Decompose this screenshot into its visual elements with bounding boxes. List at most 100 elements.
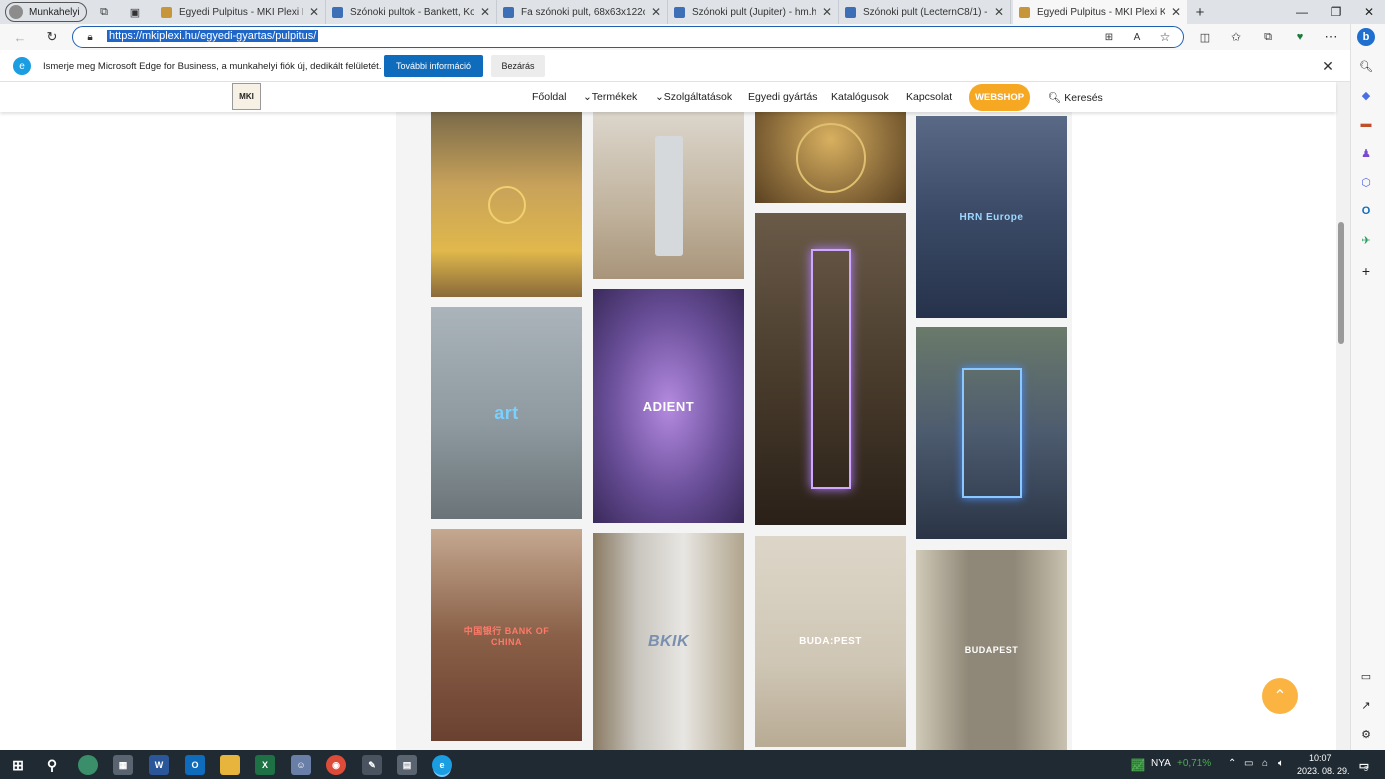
search-icon[interactable]: ⚲	[42, 755, 62, 775]
address-text[interactable]: https://mkiplexi.hu/egyedi-gyartas/pulpi…	[107, 30, 319, 42]
notification-count: 3	[1364, 766, 1368, 773]
microsoft365-icon[interactable]: ⬡	[1357, 173, 1375, 191]
volume-icon[interactable]: 🔈︎	[1278, 758, 1284, 769]
search-icon[interactable]: 🔍︎	[1357, 57, 1375, 75]
external-link-icon[interactable]: ↗	[1357, 696, 1375, 714]
outlook-icon[interactable]: O	[185, 755, 205, 775]
gallery-image[interactable]: BKIK	[593, 533, 744, 750]
gallery-image[interactable]: BUDA:PEST	[755, 536, 906, 747]
nav-home[interactable]: Főoldal	[532, 91, 566, 103]
shopping-tag-icon[interactable]: ◆	[1357, 86, 1375, 104]
gallery-image[interactable]	[755, 112, 906, 203]
favorite-star-icon[interactable]: ☆	[1157, 29, 1173, 45]
back-icon[interactable]: ←	[10, 28, 30, 46]
store-icon[interactable]: ▦	[113, 755, 133, 775]
windows-start-icon[interactable]: ⊞	[8, 755, 28, 775]
edge-icon[interactable]: e	[432, 755, 452, 775]
drop-icon[interactable]: ✈	[1357, 231, 1375, 249]
nav-products[interactable]: ⌄Termékek	[583, 91, 637, 103]
paint-icon[interactable]: ✎	[362, 755, 382, 775]
close-icon[interactable]: ✕	[1319, 57, 1337, 75]
sidebar-panel-icon[interactable]: ▭	[1357, 667, 1375, 685]
file-explorer-icon[interactable]	[220, 755, 240, 775]
chrome-icon[interactable]: ◉	[326, 755, 346, 775]
stock-change[interactable]: +0,71%	[1177, 758, 1211, 769]
refresh-icon[interactable]: ↻	[42, 28, 62, 46]
avatar	[9, 5, 23, 19]
gallery-image[interactable]	[431, 112, 582, 297]
word-icon[interactable]: W	[149, 755, 169, 775]
outlook-icon[interactable]: O	[1357, 202, 1375, 220]
more-info-button[interactable]: További információ	[384, 55, 483, 77]
restore-icon[interactable]: ❐	[1319, 0, 1353, 24]
search-link[interactable]: 🔍︎ Keresés	[1048, 91, 1103, 104]
gallery-image[interactable]: ADIENT	[593, 289, 744, 523]
more-menu-icon[interactable]: ⋯	[1322, 28, 1340, 46]
seal-decoration	[795, 122, 866, 193]
window-close-icon[interactable]: ✕	[1352, 0, 1385, 24]
address-bar[interactable]: 🔒︎ https://mkiplexi.hu/egyedi-gyartas/pu…	[72, 26, 1184, 48]
clock-time[interactable]: 10:07	[1309, 753, 1332, 763]
teams-icon[interactable]: ☺	[291, 755, 311, 775]
nav-catalogs[interactable]: Katalógusok	[831, 91, 889, 103]
profile-button[interactable]: Munkahelyi	[5, 2, 87, 22]
dismiss-button[interactable]: Bezárás	[491, 55, 545, 77]
tab-title: Szónoki pult (Jupiter) - hm.hu	[692, 6, 816, 18]
tab-6-active[interactable]: Egyedi Pulpitus - MKI Plexi Kft. ✕	[1013, 0, 1187, 24]
calculator-icon[interactable]: ▤	[397, 755, 417, 775]
games-icon[interactable]: ♟	[1357, 144, 1375, 162]
gallery-image[interactable]	[755, 213, 906, 525]
close-icon[interactable]: ✕	[994, 5, 1004, 19]
tab-4[interactable]: Szónoki pult (Jupiter) - hm.hu ✕	[668, 0, 839, 24]
language-indicator[interactable]: NYA	[1151, 758, 1171, 769]
clock-date[interactable]: 2023. 08. 29.	[1297, 766, 1350, 776]
workspaces-icon[interactable]: ⧉	[95, 4, 113, 20]
image-caption: ADIENT	[642, 398, 695, 414]
nav-custom-manufacturing[interactable]: Egyedi gyártás	[748, 91, 817, 103]
copilot-icon[interactable]: b	[1357, 28, 1375, 46]
network-icon[interactable]: ⌂	[1262, 758, 1268, 769]
split-screen-icon[interactable]: ◫	[1196, 28, 1214, 46]
gallery-image[interactable]	[593, 112, 744, 279]
collections-icon[interactable]: ⧉	[1259, 28, 1277, 46]
nav-contact[interactable]: Kapcsolat	[906, 91, 952, 103]
site-logo[interactable]: MKI	[232, 83, 261, 110]
new-tab-button[interactable]: +	[1190, 3, 1210, 21]
tab-actions-icon[interactable]: ▣	[126, 4, 144, 20]
image-caption: BUDA:PEST	[799, 636, 862, 647]
tab-1[interactable]: Egyedi Pulpitus - MKI Plexi Kft. ✕	[155, 0, 326, 24]
page-scrollbar[interactable]	[1336, 82, 1350, 750]
gallery-image[interactable]: art	[431, 307, 582, 519]
display-icon[interactable]: ▭	[1244, 758, 1253, 769]
edge-dev-icon[interactable]	[78, 755, 98, 775]
tab-5[interactable]: Szónoki pult (LecternC8/1) - hm.hu ✕	[839, 0, 1011, 24]
gallery-image[interactable]: BUDAPEST	[916, 550, 1067, 750]
scrollbar-thumb[interactable]	[1338, 222, 1344, 344]
tab-3[interactable]: Fa szónoki pult, 68x63x122cm (H ✕	[497, 0, 668, 24]
webshop-button[interactable]: WEBSHOP	[969, 84, 1030, 111]
excel-icon[interactable]: X	[255, 755, 275, 775]
scroll-to-top-button[interactable]: ⌃	[1262, 678, 1298, 714]
gallery-image[interactable]: HRN Europe	[916, 116, 1067, 318]
page-content: art 中国银行 BANK OF CHINA ADIENT BKIK BUDA:…	[0, 112, 1336, 750]
tools-icon[interactable]: ▬	[1357, 115, 1375, 133]
nav-services[interactable]: ⌄Szolgáltatások	[655, 91, 732, 103]
close-icon[interactable]: ✕	[480, 5, 490, 19]
close-icon[interactable]: ✕	[651, 5, 661, 19]
close-icon[interactable]: ✕	[822, 5, 832, 19]
gallery-image[interactable]	[916, 327, 1067, 539]
read-aloud-icon[interactable]: A	[1129, 29, 1145, 45]
lock-icon[interactable]: 🔒︎	[83, 30, 97, 44]
favorites-icon[interactable]: ✩	[1227, 28, 1245, 46]
add-sidebar-app-icon[interactable]: +	[1357, 262, 1375, 280]
minimize-icon[interactable]: —	[1285, 0, 1319, 24]
tray-overflow-icon[interactable]: ⌃	[1228, 758, 1236, 769]
close-icon[interactable]: ✕	[1171, 5, 1181, 19]
browser-essentials-icon[interactable]: ♥	[1291, 28, 1309, 46]
tab-2[interactable]: Szónoki pultok - Bankett, Konferencia ✕	[326, 0, 497, 24]
app-available-icon[interactable]: ⊞	[1101, 29, 1117, 45]
close-icon[interactable]: ✕	[309, 5, 319, 19]
stock-chart-icon[interactable]: 📈︎	[1128, 755, 1148, 775]
gallery-image[interactable]: 中国银行 BANK OF CHINA	[431, 529, 582, 741]
settings-gear-icon[interactable]: ⚙	[1357, 725, 1375, 743]
